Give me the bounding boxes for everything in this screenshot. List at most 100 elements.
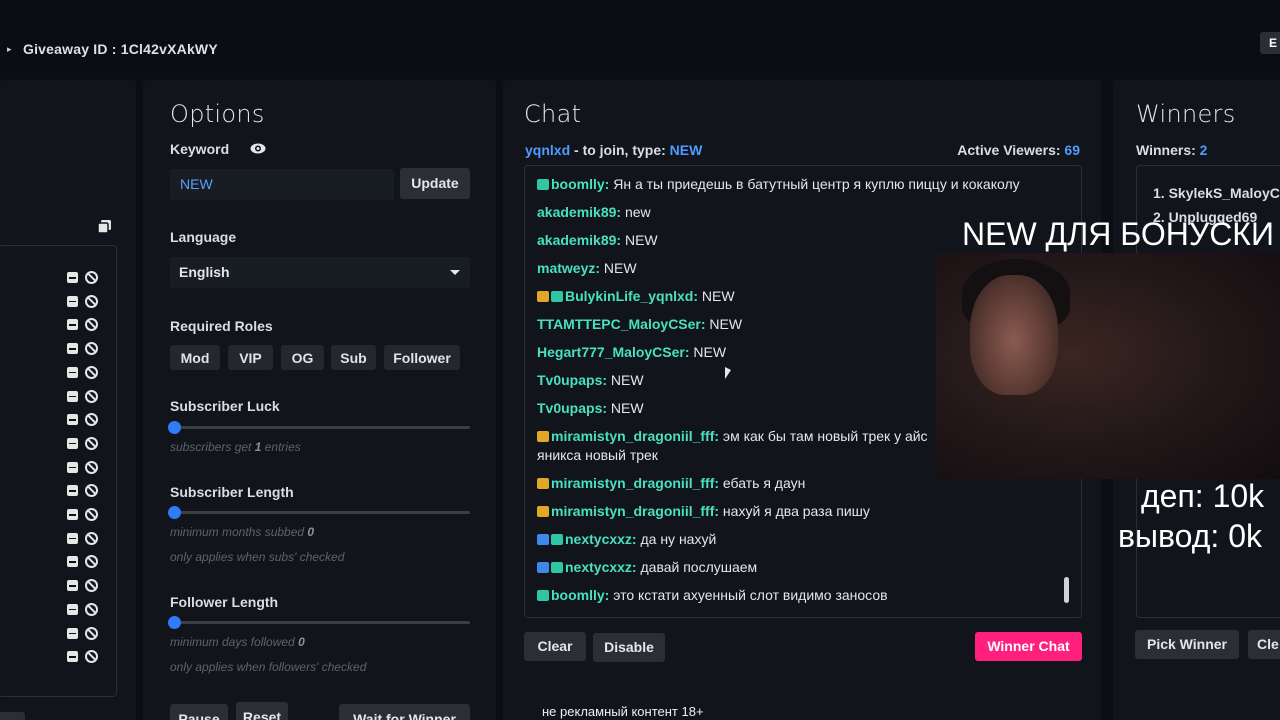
clear-winners-button[interactable]: Cle: [1248, 630, 1280, 659]
channel-link[interactable]: yqnlxd: [525, 142, 570, 158]
ban-icon[interactable]: [85, 626, 98, 640]
role-og-toggle[interactable]: OG: [281, 345, 324, 370]
user-row-controls: [67, 507, 101, 521]
winner-chat-button[interactable]: Winner Chat: [975, 632, 1082, 661]
ban-icon[interactable]: [85, 365, 98, 379]
ban-icon[interactable]: [85, 650, 98, 664]
corner-button[interactable]: E: [1260, 32, 1280, 54]
chat-username[interactable]: boomlly:: [551, 176, 609, 192]
sub-length-slider[interactable]: [168, 506, 470, 519]
chat-text: ебать я даун: [719, 475, 806, 491]
chat-text: яникса новый трек: [537, 447, 658, 463]
follower-length-note: only applies when followers' checked: [170, 660, 367, 674]
minus-icon[interactable]: [67, 390, 78, 402]
role-vip-toggle[interactable]: VIP: [228, 345, 273, 370]
clear-chat-button[interactable]: Clear: [524, 632, 586, 661]
reset-button[interactable]: Reset: [236, 702, 288, 720]
chat-scrollbar[interactable]: [1064, 577, 1069, 603]
pause-button[interactable]: Pause: [170, 704, 228, 720]
slider-knob[interactable]: [168, 421, 181, 434]
crown-badge-icon: [537, 506, 549, 517]
minus-icon[interactable]: [67, 627, 78, 639]
ban-icon[interactable]: [85, 531, 98, 545]
chat-text: NEW: [607, 400, 644, 416]
minus-icon[interactable]: [67, 343, 78, 355]
chat-username[interactable]: TTAMTTEPC_MaloyCSer:: [537, 316, 706, 332]
minus-icon[interactable]: [67, 414, 78, 426]
sub-luck-slider[interactable]: [168, 421, 470, 434]
ban-icon[interactable]: [85, 436, 98, 450]
chat-username[interactable]: nextycxxz:: [565, 559, 637, 575]
minus-icon[interactable]: [67, 603, 78, 615]
language-select[interactable]: English: [170, 257, 470, 288]
ban-icon[interactable]: [85, 413, 98, 427]
minus-icon[interactable]: [67, 651, 78, 663]
ban-icon[interactable]: [85, 602, 98, 616]
webcam-overlay: [936, 253, 1280, 479]
minus-icon[interactable]: [67, 556, 78, 568]
sub-badge-icon: [537, 590, 549, 601]
minus-icon[interactable]: [67, 295, 78, 307]
users-list[interactable]: [0, 245, 117, 697]
ban-icon[interactable]: [85, 342, 98, 356]
minus-icon[interactable]: [67, 366, 78, 378]
prime-badge-icon: [537, 534, 549, 545]
minus-icon[interactable]: [67, 437, 78, 449]
expand-arrow-icon[interactable]: ▸: [7, 44, 12, 55]
minus-icon[interactable]: [67, 532, 78, 544]
role-mod-toggle[interactable]: Mod: [170, 345, 220, 370]
export-button[interactable]: ort: [0, 712, 25, 720]
language-label: Language: [170, 229, 237, 245]
minus-icon[interactable]: [67, 580, 78, 592]
user-row-controls: [67, 483, 101, 498]
ban-icon[interactable]: [85, 460, 98, 474]
ban-icon[interactable]: [85, 318, 98, 332]
slider-knob[interactable]: [168, 506, 181, 519]
chat-text: new: [621, 204, 651, 220]
ban-icon[interactable]: [85, 294, 98, 308]
chat-username[interactable]: matweyz:: [537, 260, 600, 276]
eye-icon[interactable]: [250, 143, 266, 154]
copy-icon[interactable]: [97, 219, 112, 234]
user-row-controls: [67, 554, 101, 569]
disable-chat-button[interactable]: Disable: [593, 633, 665, 662]
minus-icon[interactable]: [67, 272, 78, 283]
sub-badge-icon: [551, 291, 563, 302]
chat-username[interactable]: nextycxxz:: [565, 531, 637, 547]
chat-username[interactable]: Tv0upaps:: [537, 400, 607, 416]
wait-for-winner-button[interactable]: Wait for Winner: [339, 704, 470, 720]
chat-username[interactable]: akademik89:: [537, 204, 621, 220]
minus-icon[interactable]: [67, 461, 78, 473]
keyword-input[interactable]: NEW: [170, 169, 394, 200]
role-follower-toggle[interactable]: Follower: [384, 345, 460, 370]
ban-icon[interactable]: [85, 484, 98, 498]
follower-length-slider[interactable]: [168, 616, 470, 629]
role-sub-toggle[interactable]: Sub: [331, 345, 376, 370]
ban-icon[interactable]: [85, 579, 98, 593]
crown-badge-icon: [537, 478, 549, 489]
chat-username[interactable]: akademik89:: [537, 232, 621, 248]
minus-icon[interactable]: [67, 485, 78, 497]
overlay-deposit: деп: 10k: [1141, 478, 1265, 514]
chat-username[interactable]: miramistyn_dragoniil_fff:: [551, 503, 719, 519]
giveaway-id: Giveaway ID : 1Cl42vXAkWY: [23, 41, 218, 57]
chat-username[interactable]: Tv0upaps:: [537, 372, 607, 388]
pick-winner-button[interactable]: Pick Winner: [1135, 630, 1239, 659]
ban-icon[interactable]: [85, 555, 98, 569]
chat-username[interactable]: miramistyn_dragoniil_fff:: [551, 428, 719, 444]
user-row-controls: [67, 317, 101, 332]
user-row-controls: [67, 341, 101, 356]
chat-username[interactable]: boomlly:: [551, 587, 609, 603]
ban-icon[interactable]: [85, 508, 98, 521]
slider-knob[interactable]: [168, 616, 181, 629]
chat-username[interactable]: miramistyn_dragoniil_fff:: [551, 475, 719, 491]
ban-icon[interactable]: [85, 389, 98, 403]
chat-username[interactable]: BulykinLife_yqnlxd:: [565, 288, 698, 304]
minus-icon[interactable]: [67, 319, 78, 331]
chat-message: nextycxxz: давай послушаем: [537, 558, 1057, 577]
minus-icon[interactable]: [67, 509, 78, 520]
ban-icon[interactable]: [85, 271, 98, 284]
update-button[interactable]: Update: [400, 168, 470, 199]
chat-username[interactable]: Hegart777_MaloyCSer:: [537, 344, 690, 360]
user-row-controls: [67, 270, 101, 284]
